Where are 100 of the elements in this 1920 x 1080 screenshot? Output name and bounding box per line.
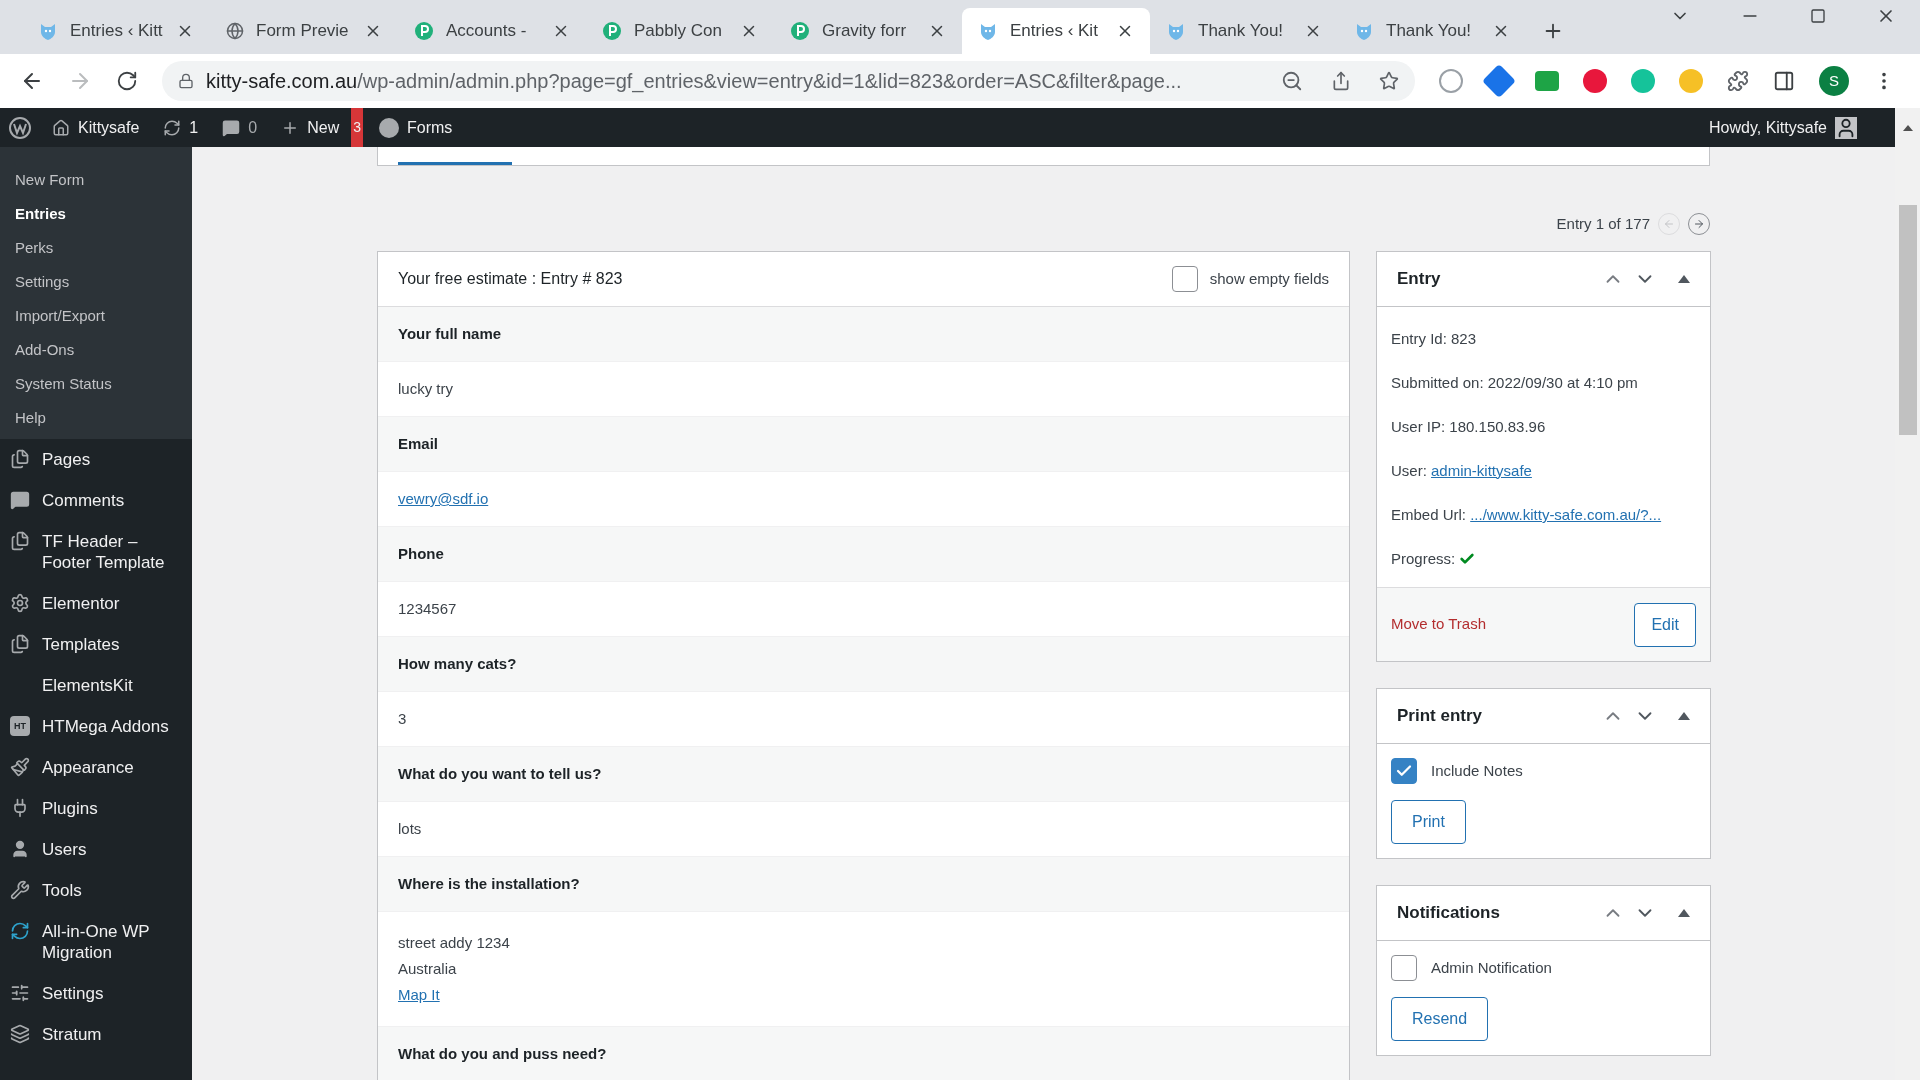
submenu-item[interactable]: Import/Export (0, 299, 192, 333)
box-title: Notifications (1397, 902, 1501, 925)
field-value: Australia (398, 959, 458, 979)
comments-link[interactable]: 0 (210, 115, 270, 140)
menu-item[interactable]: Stratum (0, 1014, 192, 1055)
field-label: Your full name (398, 323, 502, 344)
field-label: Phone (398, 543, 444, 564)
menu-item[interactable]: All-in-One WP Migration (0, 911, 192, 973)
field-label: Email (398, 433, 439, 454)
pages-icon (10, 634, 30, 654)
browser-tab[interactable]: Accounts - (398, 8, 586, 54)
browser-tab[interactable]: Entries ‹ Kitt (22, 8, 210, 54)
maximize-icon[interactable] (1810, 8, 1826, 24)
collapse-triangle-icon[interactable] (1678, 275, 1690, 283)
brush-icon (10, 757, 30, 777)
url-text: kitty-safe.com.au/wp-admin/admin.php?page=gf_entries&view=entry&id=1&lid=823&order=ASC&filter&page... (206, 69, 1183, 95)
tab-title: Entries ‹ Kitt (70, 20, 164, 43)
zoom-icon[interactable] (1281, 70, 1303, 92)
menu-item[interactable]: ElementsKit (0, 665, 192, 706)
scroll-up-button[interactable] (1895, 108, 1920, 147)
new-content-link[interactable]: New (269, 115, 352, 140)
box-title: Print entry (1397, 705, 1484, 728)
edit-button[interactable]: Edit (1634, 602, 1696, 647)
browser-tab[interactable]: Gravity forr (774, 8, 962, 54)
wordpress-logo-icon[interactable] (8, 115, 32, 140)
detail-text: Submitted on: 2022/09/30 at 4:10 pm (1391, 372, 1638, 393)
forms-icon (379, 117, 399, 138)
pages-icon (10, 531, 30, 551)
action-button[interactable]: Print (1391, 800, 1466, 844)
option-checkbox[interactable] (1391, 955, 1417, 981)
browser-tab[interactable]: Form Previe (210, 8, 398, 54)
tab-title: Accounts - (446, 20, 528, 43)
submenu-item[interactable]: Entries (0, 197, 192, 231)
comment-icon (222, 118, 241, 137)
detail-text: Progress: (1391, 548, 1457, 569)
submenu-item[interactable]: Help (0, 401, 192, 435)
menu-item[interactable]: TF Header – Footer Template (0, 521, 192, 583)
globe-icon (226, 22, 244, 40)
menu-item[interactable]: Settings (0, 973, 192, 1014)
howdy-link[interactable]: Howdy, Kittysafe (1709, 115, 1895, 140)
submenu-item[interactable]: Add-Ons (0, 333, 192, 367)
wrench-icon (10, 880, 30, 900)
menu-item[interactable]: Plugins (0, 788, 192, 829)
detail-text: User IP: 180.150.83.96 (1391, 416, 1546, 437)
bookmark-star-icon[interactable] (1379, 71, 1399, 91)
refresh-icon (163, 118, 182, 137)
refresh-icon (10, 921, 30, 941)
menu-item[interactable]: Templates (0, 624, 192, 665)
side-panel-icon[interactable] (1773, 70, 1795, 92)
collapse-triangle-icon[interactable] (1678, 712, 1690, 720)
extension-icon[interactable] (1439, 69, 1463, 93)
checkbox-label: show empty fields (1209, 268, 1329, 289)
submenu-item[interactable]: Settings (0, 265, 192, 299)
browser-tab[interactable]: Thank You! (1338, 8, 1526, 54)
email-link[interactable]: vewry@sdf.io (398, 490, 489, 507)
profile-avatar[interactable]: S (1819, 66, 1849, 96)
browser-tab[interactable]: Pabbly Con (586, 8, 774, 54)
trash-link[interactable]: Move to Trash (1391, 613, 1487, 636)
field-label: Where is the installation? (398, 873, 580, 894)
reload-icon[interactable] (116, 70, 138, 92)
submenu-item[interactable]: System Status (0, 367, 192, 401)
share-icon[interactable] (1331, 71, 1351, 91)
field-label: How many cats? (398, 653, 517, 674)
field-value: street addy 1234 (398, 933, 511, 953)
option-checkbox[interactable] (1391, 758, 1417, 784)
submenu-item[interactable]: New Form (0, 163, 192, 197)
menu-item[interactable]: Appearance (0, 747, 192, 788)
menu-item[interactable]: HT HTMega Addons (0, 706, 192, 747)
menu-item[interactable]: Elementor (0, 583, 192, 624)
browser-tab[interactable]: Entries ‹ Kit (962, 8, 1150, 54)
detail-link[interactable]: .../www.kitty-safe.com.au/?... (1470, 503, 1662, 527)
detail-text: Entry Id: 823 (1391, 328, 1477, 349)
browser-tab[interactable]: Thank You! (1150, 8, 1338, 54)
entry-counter: Entry 1 of 177 (1556, 213, 1650, 234)
extension-icon[interactable] (1583, 69, 1607, 93)
detail-link[interactable]: admin-kittysafe (1431, 459, 1532, 483)
avatar-icon (1835, 116, 1857, 139)
menu-item[interactable]: Users (0, 829, 192, 870)
tab-title: Pabbly Con (634, 20, 723, 43)
site-link[interactable]: Kittysafe (40, 115, 152, 140)
address-bar[interactable]: kitty-safe.com.au/wp-admin/admin.php?page=gf_entries&view=entry&id=1&lid=823&order=ASC&filter&page... (162, 61, 1415, 101)
menu-item[interactable]: Pages (0, 439, 192, 480)
submenu-item[interactable]: Perks (0, 231, 192, 265)
forms-link[interactable]: Forms (363, 115, 469, 140)
extensions-icon[interactable] (1727, 70, 1749, 92)
menu-item[interactable]: Tools (0, 870, 192, 911)
collapse-triangle-icon[interactable] (1678, 909, 1690, 917)
cat-shield-icon (1166, 21, 1186, 41)
box-title: Entry (1397, 268, 1442, 291)
updates-link[interactable]: 1 (151, 115, 211, 140)
show-empty-checkbox[interactable] (1171, 266, 1198, 292)
p-circle-icon (602, 21, 622, 41)
checkbox-label: Admin Notification (1431, 957, 1552, 978)
menu-item[interactable]: Comments (0, 480, 192, 521)
scrollbar-thumb[interactable] (1898, 205, 1917, 435)
field-label: What do you and puss need? (398, 1043, 607, 1064)
tab-title: Entries ‹ Kit (1010, 20, 1099, 43)
tab-title: Thank You! (1386, 20, 1473, 43)
action-button[interactable]: Resend (1391, 997, 1489, 1041)
map-link[interactable]: Map It (398, 986, 440, 1003)
